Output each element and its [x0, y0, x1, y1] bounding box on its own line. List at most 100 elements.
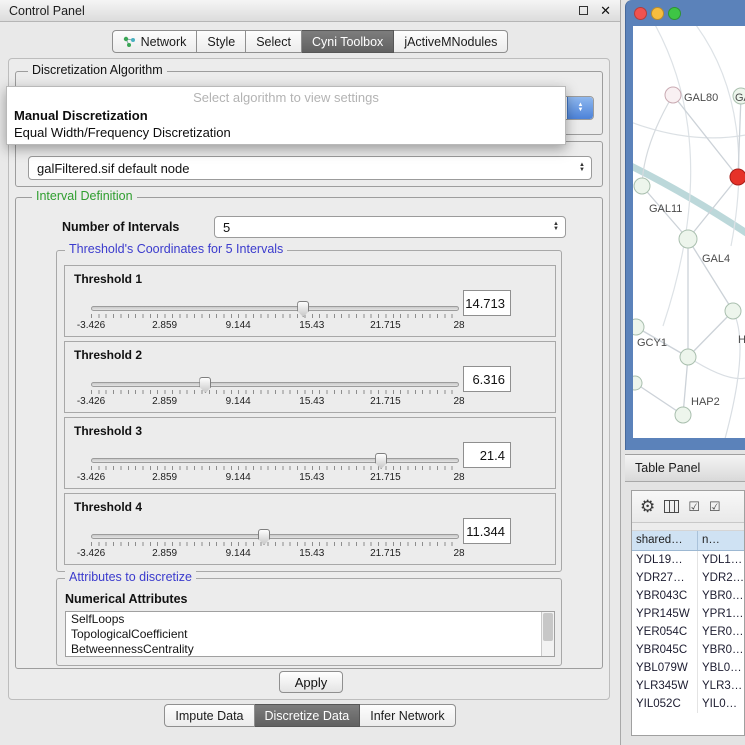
columns-icon[interactable] [664, 500, 679, 513]
network-edge[interactable] [633, 164, 745, 236]
dropdown-placeholder: Select algorithm to view settings [7, 87, 565, 107]
bottom-tabbar: Impute Data Discretize Data Infer Networ… [0, 704, 620, 727]
network-node[interactable] [665, 87, 681, 103]
table-cell[interactable]: YBR0… [698, 641, 744, 659]
combo-stepper-icon[interactable]: ▲▼ [575, 163, 591, 173]
interval-definition-group: Interval Definition Number of Intervals … [15, 197, 603, 669]
num-intervals-combobox[interactable]: 5 ▲▼ [214, 216, 566, 238]
network-canvas[interactable]: GAL80GAGAL11GAL4GCY1HHAP2 [633, 26, 745, 438]
mac-minimize-icon[interactable] [651, 7, 664, 20]
mac-close-icon[interactable] [634, 7, 647, 20]
select-none-icon[interactable]: ☑ [709, 500, 721, 513]
slider-track[interactable] [91, 458, 459, 463]
network-edge[interactable] [723, 311, 740, 438]
slider-track[interactable] [91, 382, 459, 387]
thresholds-group: Threshold's Coordinates for 5 Intervals … [56, 250, 562, 572]
slider-track[interactable] [91, 306, 459, 311]
threshold-value-field[interactable]: 11.344 [463, 518, 511, 544]
algorithm-group-title: Discretization Algorithm [28, 63, 167, 77]
slider-track[interactable] [91, 534, 459, 539]
network-edge[interactable] [683, 357, 688, 415]
combo-stepper-icon[interactable]: ▲▼ [549, 222, 565, 232]
table-row[interactable]: YLR345WYLR3… [632, 677, 744, 695]
table-data-combobox[interactable]: galFiltered.sif default node ▲▼ [28, 156, 592, 180]
network-edge[interactable] [653, 26, 691, 326]
table-cell[interactable]: YBR0… [698, 587, 744, 605]
table-cell[interactable]: YBR045C [632, 641, 698, 659]
tab-discretize-data[interactable]: Discretize Data [255, 704, 361, 727]
dropdown-option-equal-width[interactable]: Equal Width/Frequency Discretization [7, 124, 565, 141]
threshold-value-field[interactable]: 21.4 [463, 442, 511, 468]
table-cell[interactable]: YIL052C [632, 695, 698, 713]
network-node[interactable] [633, 319, 644, 335]
tab-select[interactable]: Select [246, 30, 302, 53]
table-cell[interactable]: YDL19… [632, 551, 698, 569]
table-panel-titlebar[interactable]: Table Panel [625, 454, 745, 482]
network-node[interactable] [679, 230, 697, 248]
table-cell[interactable]: YLR345W [632, 677, 698, 695]
table-cell[interactable]: YDL1… [698, 551, 744, 569]
tab-infer-network[interactable]: Infer Network [360, 704, 455, 727]
table-row[interactable]: YBL079WYBL0… [632, 659, 744, 677]
tab-jactivemnodules[interactable]: jActiveMNodules [394, 30, 508, 53]
network-node[interactable] [675, 407, 691, 423]
attribute-list-item[interactable]: SelfLoops [66, 612, 554, 627]
table-row[interactable]: YBR045CYBR0… [632, 641, 744, 659]
table-cell[interactable]: YDR2… [698, 569, 744, 587]
tab-style[interactable]: Style [197, 30, 246, 53]
table-row[interactable]: YDL19…YDL1… [632, 551, 744, 569]
close-icon[interactable]: ✕ [600, 3, 611, 19]
threshold-slider[interactable]: -3.426 2.859 9.144 15.43 21.715 28 [91, 458, 459, 484]
table-cell[interactable]: YBL0… [698, 659, 744, 677]
apply-button[interactable]: Apply [279, 671, 343, 693]
table-cell[interactable]: YPR145W [632, 605, 698, 623]
network-node[interactable] [634, 178, 650, 194]
threshold-slider[interactable]: -3.426 2.859 9.144 15.43 21.715 28 [91, 534, 459, 560]
table-row[interactable]: YDR27…YDR2… [632, 569, 744, 587]
table-cell[interactable]: YPR1… [698, 605, 744, 623]
network-node-selected[interactable] [730, 169, 745, 185]
list-scrollbar[interactable] [541, 612, 554, 656]
table-cell[interactable]: YLR3… [698, 677, 744, 695]
table-cell[interactable]: YDR27… [632, 569, 698, 587]
column-header-shared-name[interactable]: shared… [632, 531, 698, 550]
combo-stepper-icon[interactable]: ▲▼ [567, 97, 593, 119]
table-row[interactable]: YBR043CYBR0… [632, 587, 744, 605]
attribute-list-item[interactable]: TopologicalCoefficient [66, 627, 554, 642]
attributes-listbox[interactable]: SelfLoopsTopologicalCoefficientBetweenne… [65, 611, 555, 657]
network-edge[interactable] [688, 311, 733, 357]
tab-impute-data[interactable]: Impute Data [164, 704, 254, 727]
threshold-value-field[interactable]: 6.316 [463, 366, 511, 392]
gear-icon[interactable]: ⚙ [640, 498, 655, 515]
mac-zoom-icon[interactable] [668, 7, 681, 20]
table-row[interactable]: YPR145WYPR1… [632, 605, 744, 623]
tab-cyni-toolbox[interactable]: Cyni Toolbox [302, 30, 394, 53]
table-row[interactable]: YIL052CYIL0… [632, 695, 744, 713]
table-cell[interactable]: YBR043C [632, 587, 698, 605]
table-cell[interactable]: YER054C [632, 623, 698, 641]
table-cell[interactable]: YBL079W [632, 659, 698, 677]
tab-network[interactable]: Network [112, 30, 198, 53]
network-edge[interactable] [688, 239, 733, 311]
column-header-name[interactable]: n… [698, 531, 744, 550]
list-scrollbar-thumb[interactable] [543, 613, 553, 641]
table-cell[interactable]: YIL0… [698, 695, 744, 713]
threshold-slider[interactable]: -3.426 2.859 9.144 15.43 21.715 28 [91, 382, 459, 408]
float-window-icon[interactable] [579, 6, 588, 15]
attribute-list-item[interactable]: BetweennessCentrality [66, 642, 554, 657]
network-node[interactable] [633, 376, 642, 390]
network-edge[interactable] [688, 357, 745, 379]
network-node[interactable] [680, 349, 696, 365]
select-all-icon[interactable]: ☑ [688, 500, 700, 513]
dropdown-option-manual[interactable]: Manual Discretization [7, 107, 565, 124]
slider-tick-labels: -3.426 2.859 9.144 15.43 21.715 28 [91, 320, 459, 332]
network-edge[interactable] [688, 177, 738, 239]
panel-title: Control Panel [9, 4, 85, 18]
threshold-panel-3: Threshold 3 -3.426 2.859 9.144 15.43 [64, 417, 556, 489]
threshold-value-field[interactable]: 14.713 [463, 290, 511, 316]
network-edge[interactable] [635, 383, 683, 415]
table-cell[interactable]: YER0… [698, 623, 744, 641]
threshold-slider[interactable]: -3.426 2.859 9.144 15.43 21.715 28 [91, 306, 459, 332]
network-node[interactable] [725, 303, 741, 319]
table-row[interactable]: YER054CYER0… [632, 623, 744, 641]
